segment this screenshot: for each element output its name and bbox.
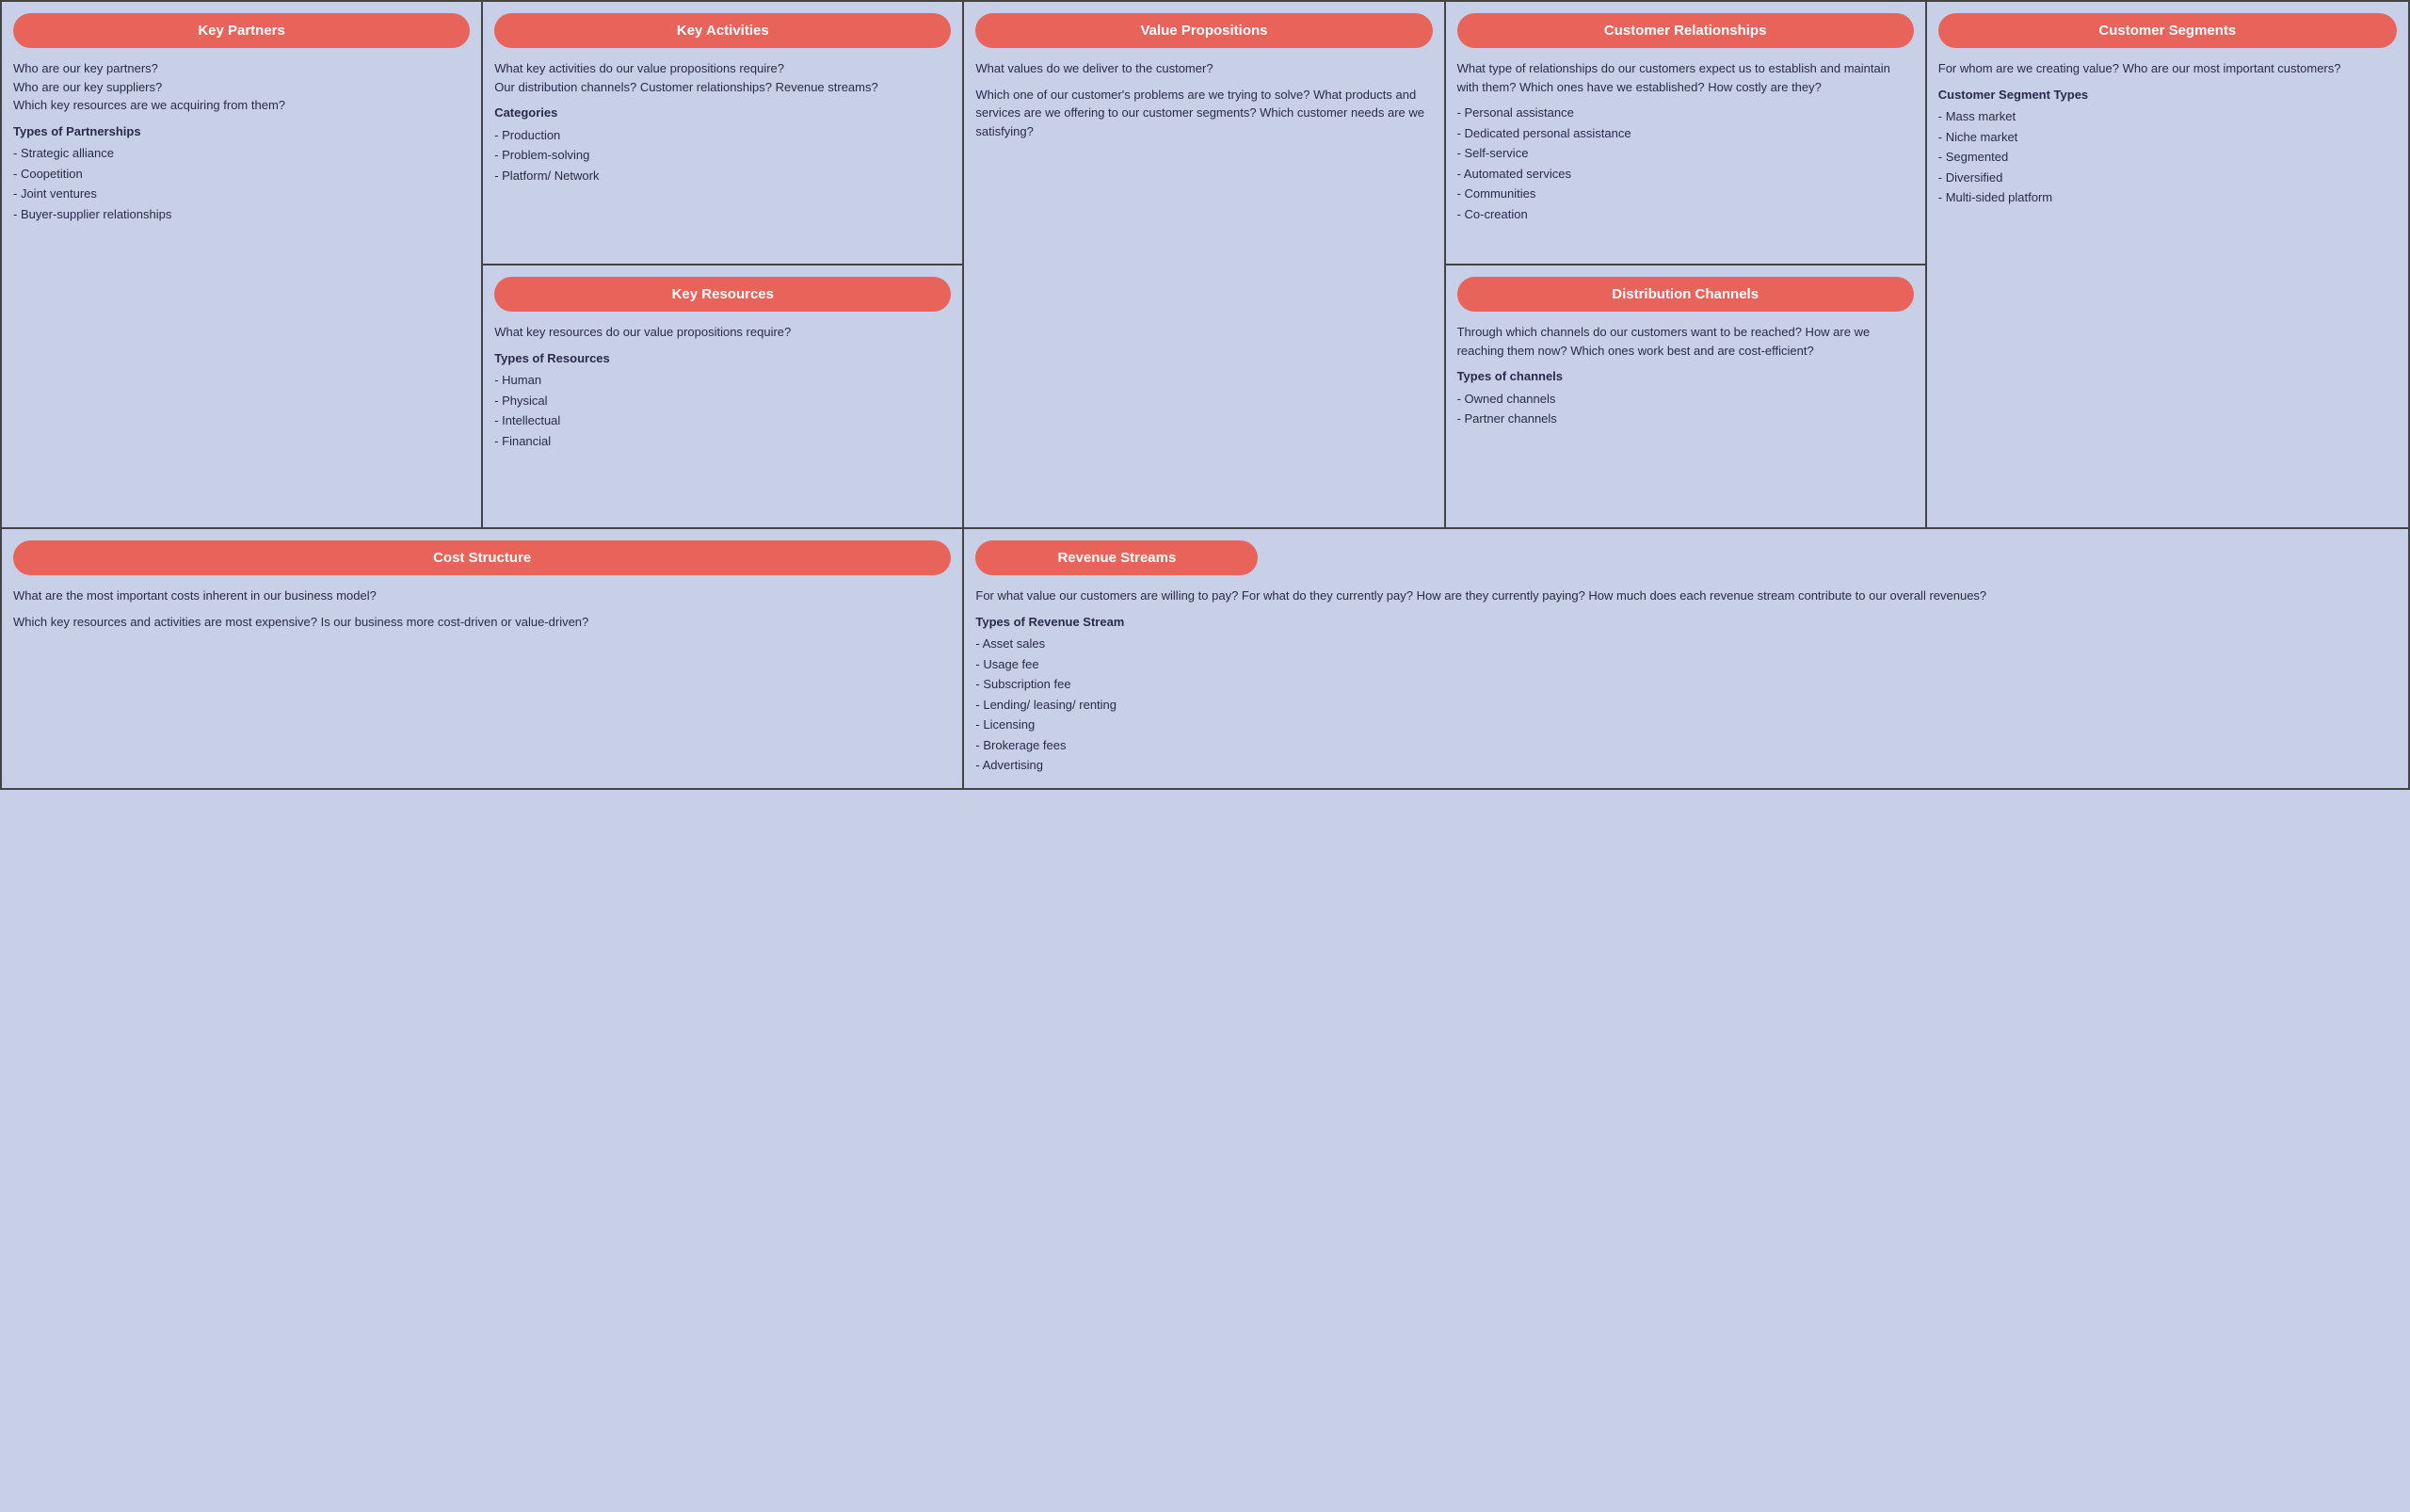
rs-item6: Brokerage fees [975,736,2397,755]
rs-item3: Subscription fee [975,675,2397,694]
kr-desc: What key resources do our value proposit… [494,323,951,342]
customer-relationships-content: What type of relationships do our custom… [1457,59,1914,223]
cs-item2: Niche market [1938,128,2397,147]
key-partners-content: Who are our key partners?Who are our key… [13,59,470,223]
ka-item2: Problem-solving [494,146,951,165]
kp-item4: Buyer-supplier relationships [13,205,470,224]
vp-desc1: What values do we deliver to the custome… [975,59,1432,78]
cs-item5: Multi-sided platform [1938,188,2397,207]
customer-relationships-header: Customer Relationships [1457,13,1914,48]
kp-types-list: Strategic alliance Coopetition Joint ven… [13,144,470,223]
cr-list: Personal assistance Dedicated personal a… [1457,104,1914,223]
cr-item4: Automated services [1457,165,1914,184]
kr-item2: Physical [494,392,951,410]
dc-item2: Partner channels [1457,410,1914,428]
ka-item3: Platform/ Network [494,167,951,185]
kp-item2: Coopetition [13,165,470,184]
rs-item5: Licensing [975,716,2397,734]
customer-segments-cell: Customer Segments For whom are we creati… [1927,2,2408,527]
rs-item1: Asset sales [975,635,2397,653]
key-activities-cell: Key Activities What key activities do ou… [483,2,962,265]
distribution-channels-content: Through which channels do our customers … [1457,323,1914,428]
ka-item1: Production [494,126,951,145]
customer-distribution-column: Customer Relationships What type of rela… [1446,2,1927,527]
kr-item1: Human [494,371,951,390]
kp-item1: Strategic alliance [13,144,470,163]
kr-types-list: Human Physical Intellectual Financial [494,371,951,450]
cost-structure-header: Cost Structure [13,540,951,575]
rs-item4: Lending/ leasing/ renting [975,696,2397,715]
rs-types-list: Asset sales Usage fee Subscription fee L… [975,635,2397,775]
revenue-streams-cell: Revenue Streams For what value our custo… [964,529,2408,788]
key-resources-content: What key resources do our value proposit… [494,323,951,450]
vp-desc2: Which one of our customer's problems are… [975,86,1432,141]
rs-types-title: Types of Revenue Stream [975,613,2397,632]
key-resources-header: Key Resources [494,277,951,312]
customer-relationships-cell: Customer Relationships What type of rela… [1446,2,1925,265]
cs-item4: Diversified [1938,169,2397,187]
distribution-channels-header: Distribution Channels [1457,277,1914,312]
key-resources-cell: Key Resources What key resources do our … [483,265,962,527]
kr-item3: Intellectual [494,411,951,430]
kp-types-title: Types of Partnerships [13,122,470,141]
cost-structure-content: What are the most important costs inhere… [13,587,951,631]
value-propositions-header: Value Propositions [975,13,1432,48]
revenue-streams-header: Revenue Streams [975,540,1258,575]
rs-item7: Advertising [975,756,2397,775]
cs-item1: Mass market [1938,107,2397,126]
bottom-section: Cost Structure What are the most importa… [2,529,2408,788]
cs-types-list: Mass market Niche market Segmented Diver… [1938,107,2397,207]
cs-desc: For whom are we creating value? Who are … [1938,59,2397,78]
cost-desc1: What are the most important costs inhere… [13,587,951,605]
ka-cat-title: Categories [494,104,951,122]
dc-types-list: Owned channels Partner channels [1457,390,1914,428]
ka-desc: What key activities do our value proposi… [494,59,951,96]
cs-item3: Segmented [1938,148,2397,167]
cr-item5: Communities [1457,185,1914,203]
customer-segments-content: For whom are we creating value? Who are … [1938,59,2397,207]
cost-desc2: Which key resources and activities are m… [13,613,951,632]
ka-cat-list: Production Problem-solving Platform/ Net… [494,126,951,185]
customer-segments-header: Customer Segments [1938,13,2397,48]
cr-item2: Dedicated personal assistance [1457,124,1914,143]
kr-types-title: Types of Resources [494,349,951,368]
key-activities-content: What key activities do our value proposi… [494,59,951,185]
revenue-streams-content: For what value our customers are willing… [975,587,2397,775]
rs-desc: For what value our customers are willing… [975,587,2397,605]
key-partners-header: Key Partners [13,13,470,48]
key-activities-resources-column: Key Activities What key activities do ou… [483,2,964,527]
cost-structure-cell: Cost Structure What are the most importa… [2,529,964,788]
rs-item2: Usage fee [975,655,2397,674]
cr-item3: Self-service [1457,144,1914,163]
kp-line1: Who are our key partners?Who are our key… [13,59,470,115]
key-partners-cell: Key Partners Who are our key partners?Wh… [2,2,483,527]
value-propositions-cell: Value Propositions What values do we del… [964,2,1445,527]
cs-types-title: Customer Segment Types [1938,86,2397,105]
key-activities-header: Key Activities [494,13,951,48]
cr-item6: Co-creation [1457,205,1914,224]
value-propositions-content: What values do we deliver to the custome… [975,59,1432,140]
cr-item1: Personal assistance [1457,104,1914,122]
distribution-channels-cell: Distribution Channels Through which chan… [1446,265,1925,527]
kp-item3: Joint ventures [13,185,470,203]
dc-desc: Through which channels do our customers … [1457,323,1914,360]
top-section: Key Partners Who are our key partners?Wh… [2,2,2408,529]
dc-types-title: Types of channels [1457,367,1914,386]
kr-item4: Financial [494,432,951,451]
business-model-canvas: Key Partners Who are our key partners?Wh… [0,0,2410,790]
cr-desc: What type of relationships do our custom… [1457,59,1914,96]
dc-item1: Owned channels [1457,390,1914,409]
